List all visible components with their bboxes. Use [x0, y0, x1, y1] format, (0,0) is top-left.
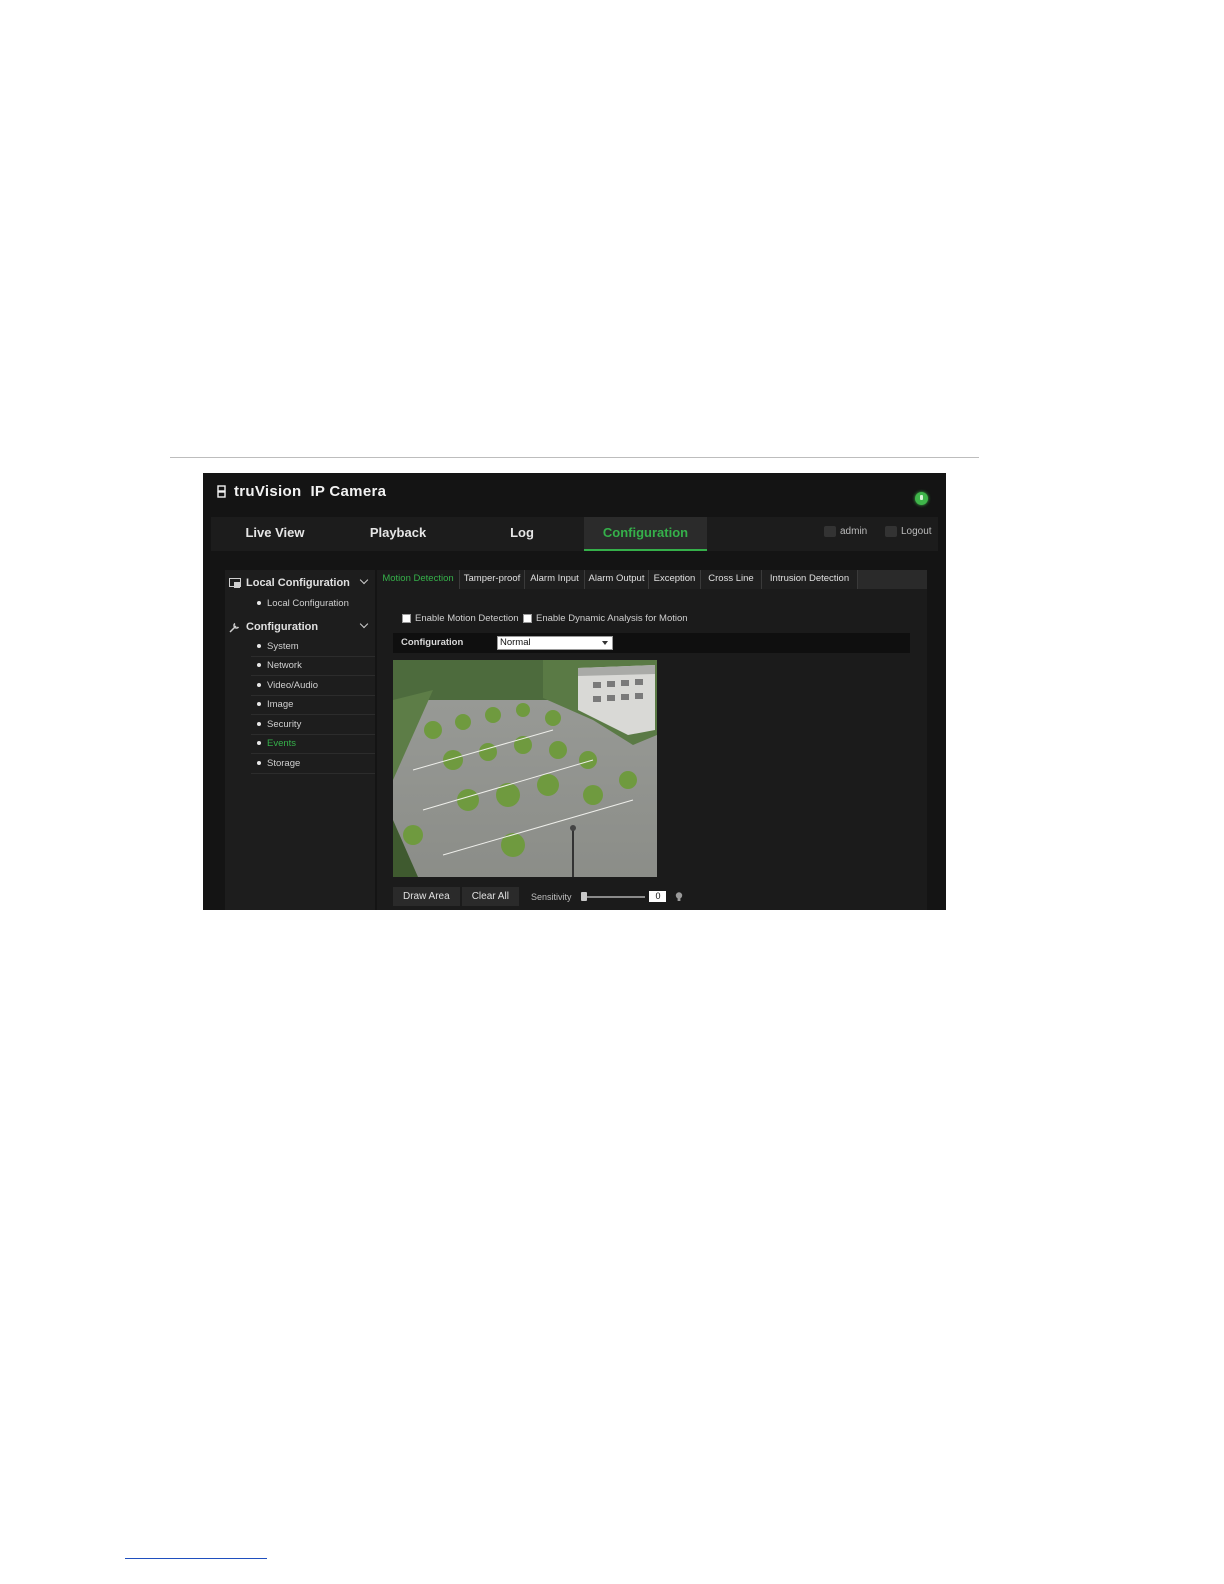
- sidebar-item-label: Image: [267, 699, 294, 710]
- sidebar: Local Configuration Local Configuration …: [225, 570, 375, 910]
- sidebar-item-label: Network: [267, 660, 302, 671]
- sensitivity-slider[interactable]: [581, 891, 646, 902]
- motion-controls: Draw Area Clear All Sensitivity 0: [393, 887, 683, 906]
- sidebar-item-label: Video/Audio: [267, 680, 319, 691]
- checkbox[interactable]: [402, 614, 411, 623]
- sidebar-heading-label: Local Configuration: [246, 577, 350, 589]
- configuration-select[interactable]: Normal: [497, 636, 613, 650]
- bulb-icon: [676, 891, 683, 901]
- sidebar-item-label: Local Configuration: [267, 598, 349, 609]
- checkbox[interactable]: [523, 614, 532, 623]
- slider-track: [583, 895, 646, 898]
- local-config-icon: [229, 577, 241, 588]
- sidebar-item-label: Events: [267, 738, 297, 749]
- sidebar-item-label: Security: [267, 719, 302, 730]
- wrench-icon: [229, 622, 240, 633]
- configuration-value: Normal: [500, 637, 531, 648]
- checkbox-label: Enable Motion Detection: [415, 613, 519, 624]
- tab-log[interactable]: Log: [460, 517, 584, 551]
- logout-icon: [885, 526, 897, 537]
- enable-motion-detection-checkbox[interactable]: Enable Motion Detection: [402, 613, 519, 624]
- top-navigation: Live View Playback Log Configuration adm…: [211, 517, 938, 551]
- sidebar-heading-configuration[interactable]: Configuration: [225, 616, 375, 638]
- event-tabs: Motion Detection Tamper-proof Alarm Inpu…: [377, 570, 927, 589]
- draw-area-button[interactable]: Draw Area: [393, 887, 460, 906]
- sensitivity-value[interactable]: 0: [649, 891, 667, 902]
- sidebar-item-label: System: [267, 641, 299, 652]
- logout-label: Logout: [901, 526, 932, 537]
- user-menu[interactable]: admin: [824, 526, 867, 537]
- sidebar-item-events[interactable]: Events: [251, 734, 375, 754]
- brand: truVision IP Camera: [217, 483, 386, 500]
- sidebar-item-system[interactable]: System: [251, 637, 375, 657]
- sidebar-item-image[interactable]: Image: [251, 695, 375, 715]
- tab-live-view[interactable]: Live View: [211, 517, 339, 551]
- tab-motion-detection[interactable]: Motion Detection: [377, 570, 460, 589]
- status-icon[interactable]: [915, 492, 928, 505]
- sidebar-item-label: Storage: [267, 758, 301, 769]
- sidebar-heading-label: Configuration: [246, 621, 319, 633]
- clear-all-button[interactable]: Clear All: [461, 887, 519, 906]
- chevron-down-icon: [359, 575, 369, 585]
- slider-thumb[interactable]: [581, 891, 588, 901]
- tab-cross-line[interactable]: Cross Line: [701, 570, 762, 589]
- enable-dynamic-analysis-checkbox[interactable]: Enable Dynamic Analysis for Motion: [523, 613, 688, 624]
- main-content: Motion Detection Tamper-proof Alarm Inpu…: [377, 570, 927, 910]
- sidebar-heading-local-configuration[interactable]: Local Configuration: [225, 572, 375, 594]
- sidebar-item-video-audio[interactable]: Video/Audio: [251, 676, 375, 696]
- brand-product: IP Camera: [310, 483, 387, 500]
- sidebar-item-network[interactable]: Network: [251, 656, 375, 676]
- sidebar-item-local-configuration[interactable]: Local Configuration: [251, 594, 375, 613]
- brand-name: truVision: [234, 483, 302, 500]
- camera-video-preview[interactable]: [393, 660, 657, 877]
- tab-alarm-input[interactable]: Alarm Input: [525, 570, 585, 589]
- logo-icon: [217, 484, 226, 498]
- configuration-row: Configuration Normal: [393, 633, 910, 653]
- configuration-label: Configuration: [401, 637, 464, 648]
- checkbox-label: Enable Dynamic Analysis for Motion: [536, 613, 688, 624]
- user-icon: [824, 526, 836, 537]
- sidebar-item-storage[interactable]: Storage: [251, 754, 375, 774]
- camera-web-ui: truVision IP Camera Live View Playback L…: [203, 473, 946, 910]
- tab-alarm-output[interactable]: Alarm Output: [585, 570, 649, 589]
- username: admin: [840, 526, 868, 537]
- logout-button[interactable]: Logout: [885, 526, 932, 537]
- tab-configuration[interactable]: Configuration: [584, 517, 707, 551]
- chevron-down-icon: [359, 619, 369, 629]
- chevron-down-icon: [602, 641, 608, 645]
- sidebar-item-security[interactable]: Security: [251, 715, 375, 735]
- tab-intrusion-detection[interactable]: Intrusion Detection: [762, 570, 858, 589]
- sensitivity-label: Sensitivity: [530, 891, 572, 902]
- footer-link-underline: [125, 1558, 267, 1559]
- tab-tamper-proof[interactable]: Tamper-proof: [460, 570, 525, 589]
- tab-playback[interactable]: Playback: [336, 517, 460, 551]
- tab-exception[interactable]: Exception: [649, 570, 701, 589]
- document-divider: [170, 457, 979, 458]
